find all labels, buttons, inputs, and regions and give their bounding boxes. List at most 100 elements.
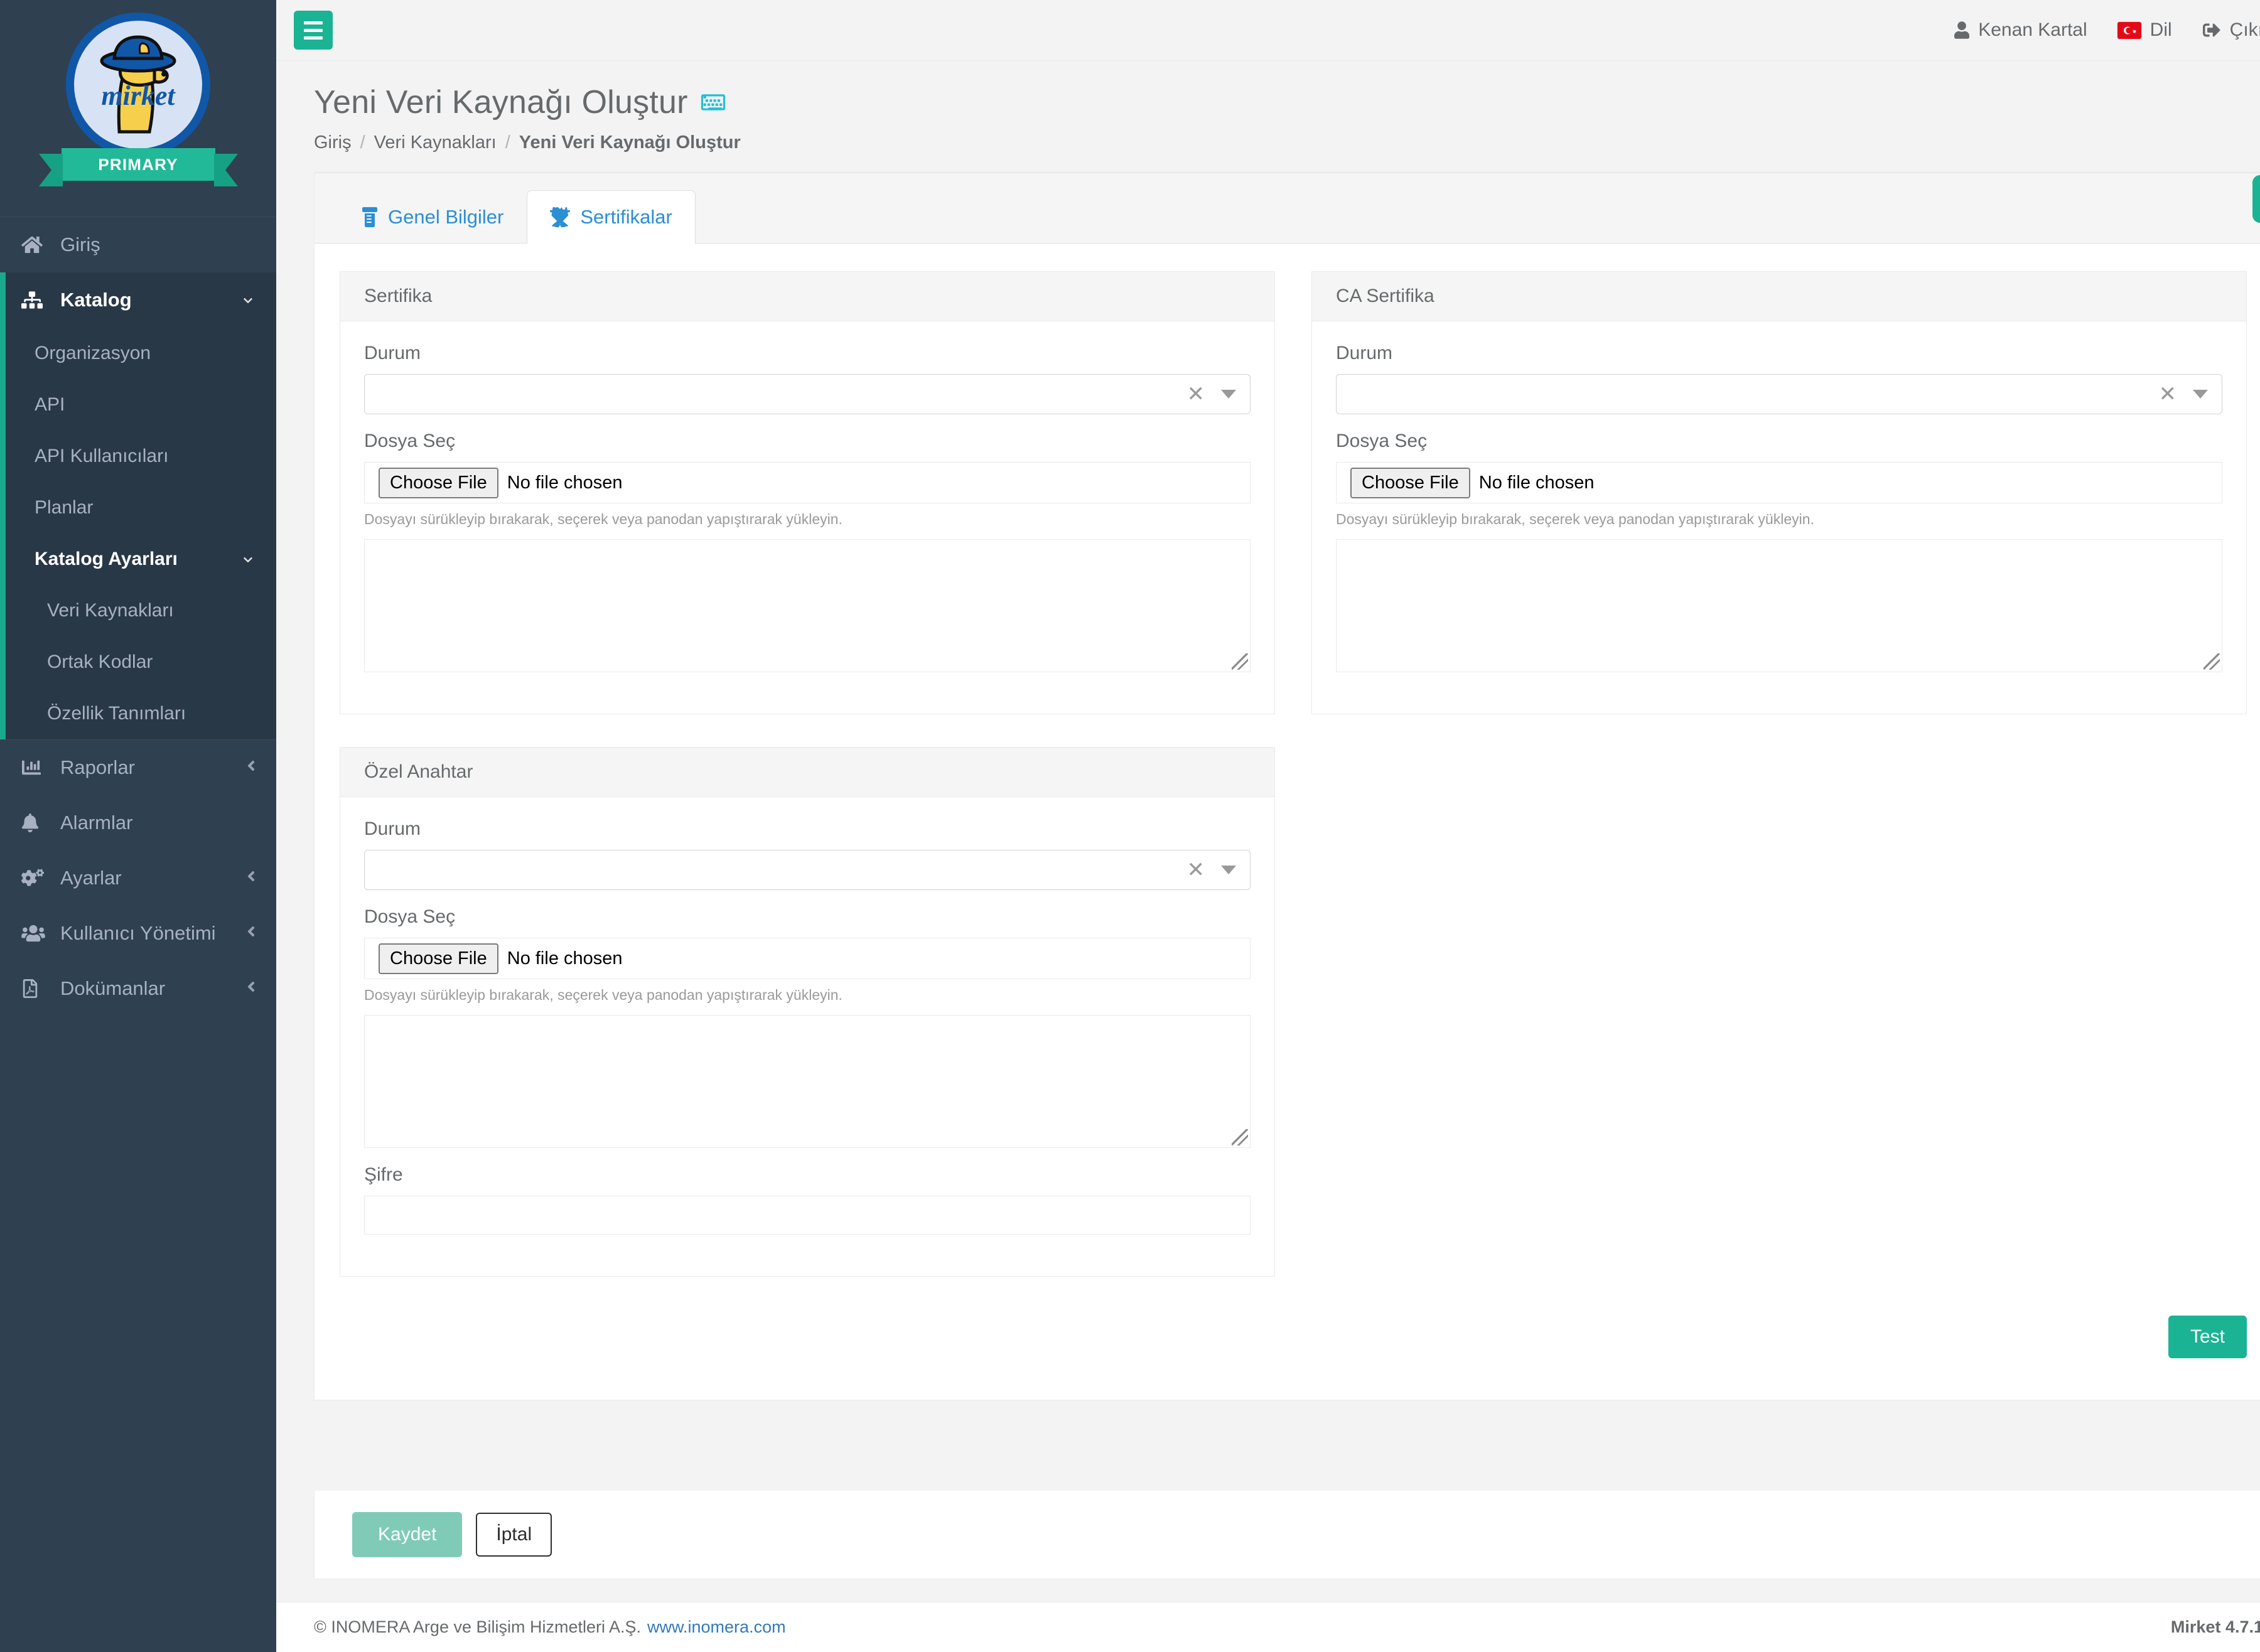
sidebar-item-label: API (35, 394, 65, 415)
durum-select[interactable]: ✕ (364, 374, 1251, 414)
sidebar-item-dokumanlar[interactable]: Dokümanlar (0, 961, 276, 1016)
sidebar-item-kullanici-yonetimi[interactable]: Kullanıcı Yönetimi (0, 906, 276, 961)
sidebar-item-planlar[interactable]: Planlar (6, 482, 276, 534)
page-footer: © INOMERA Arge ve Bilişim Hizmetleri A.Ş… (276, 1602, 2260, 1652)
logout-button[interactable]: Çıkış (2202, 19, 2260, 41)
choose-file-button[interactable]: Choose File (379, 943, 498, 974)
sidebar-item-katalog[interactable]: Katalog (0, 272, 276, 328)
left-column: Sertifika Durum ✕ Dosya Seç Choose File … (340, 271, 1275, 1309)
save-button[interactable]: Kaydet (352, 1512, 463, 1557)
sidebar: mirket PRIMARY Giriş Katalog Organizasyo… (0, 0, 276, 1652)
hamburger-icon-bar (304, 36, 323, 40)
primary-ribbon-label: PRIMARY (98, 154, 178, 174)
durum-select[interactable]: ✕ (1336, 374, 2222, 414)
card-title: Sertifika (340, 272, 1274, 321)
file-upload-hint: Dosyayı sürükleyip bırakarak, seçerek ve… (1336, 511, 1814, 527)
clear-x-icon[interactable]: ✕ (2159, 384, 2177, 405)
page-header: Yeni Veri Kaynağı Oluştur Giriş / Veri K… (276, 61, 2260, 223)
sidebar-item-katalog-ayarlari[interactable]: Katalog Ayarları (6, 534, 276, 585)
sidebar-item-alarmlar[interactable]: Alarmlar (0, 795, 276, 850)
certificate-textarea[interactable] (364, 539, 1251, 672)
users-icon (21, 924, 50, 943)
file-input[interactable]: Choose File No file chosen (364, 938, 1251, 979)
resize-handle-icon[interactable] (2204, 653, 2220, 670)
card-body: Durum ✕ Dosya Seç Choose File No file ch… (340, 321, 1274, 714)
sidebar-item-raporlar[interactable]: Raporlar (0, 739, 276, 795)
durum-select[interactable]: ✕ (364, 850, 1251, 890)
sidebar-item-label: Organizasyon (35, 343, 151, 363)
chevron-left-icon (246, 923, 256, 944)
breadcrumb: Giriş / Veri Kaynakları / Yeni Veri Kayn… (314, 132, 2260, 153)
test-button-row: Test (340, 1309, 2247, 1375)
cancel-button[interactable]: İptal (476, 1513, 552, 1557)
file-name-label: No file chosen (507, 472, 623, 493)
caret-down-icon (2193, 390, 2208, 399)
sidebar-item-ortak-kodlar[interactable]: Ortak Kodlar (6, 636, 276, 688)
durum-label: Durum (364, 818, 421, 839)
clear-x-icon[interactable]: ✕ (1187, 859, 1205, 881)
file-input[interactable]: Choose File No file chosen (364, 462, 1251, 503)
sifre-input[interactable] (364, 1196, 1251, 1235)
sidebar-item-label: Ayarlar (60, 867, 122, 889)
sidebar-item-label: Kullanıcı Yönetimi (60, 922, 216, 944)
form-group-sifre: Şifre (364, 1164, 1251, 1235)
copyright-text: © INOMERA Arge ve Bilişim Hizmetleri A.Ş… (314, 1617, 642, 1636)
sidebar-item-api[interactable]: API (6, 379, 276, 431)
chevron-left-icon (246, 979, 256, 999)
keyboard-icon (699, 92, 727, 113)
dosya-sec-label: Dosya Seç (364, 431, 456, 451)
form-group-dosya-sec: Dosya Seç Choose File No file chosen Dos… (1336, 431, 2222, 672)
topbar: Kenan Kartal Dil Çık (276, 0, 2260, 61)
file-name-label: No file chosen (507, 948, 623, 968)
language-switcher[interactable]: Dil (2117, 19, 2172, 41)
ca-certificate-textarea[interactable] (1336, 539, 2222, 672)
sidebar-item-organizasyon[interactable]: Organizasyon (6, 328, 276, 379)
card-ca-sertifika: CA Sertifika Durum ✕ Dosya Seç Choose Fi… (1311, 271, 2247, 714)
breadcrumb-item-giris[interactable]: Giriş (314, 132, 352, 153)
user-menu[interactable]: Kenan Kartal (1954, 19, 2087, 41)
sidebar-item-ozellik-tanimlari[interactable]: Özellik Tanımları (6, 688, 276, 739)
sidebar-item-label: Planlar (35, 497, 94, 518)
sidebar-toggle-button[interactable] (294, 11, 333, 50)
sidebar-item-label: Katalog (60, 289, 132, 311)
inomera-website-link[interactable]: www.inomera.com (647, 1617, 786, 1637)
sidebar-item-giris[interactable]: Giriş (0, 217, 276, 272)
tab-panel: Genel Bilgiler Sertifikalar Sertifika Du… (314, 172, 2260, 1400)
form-action-bar: Kaydet İptal (314, 1491, 2260, 1579)
certificate-icon (550, 207, 571, 227)
private-key-textarea[interactable] (364, 1015, 1251, 1148)
primary-ribbon: PRIMARY (38, 148, 238, 186)
choose-file-button[interactable]: Choose File (1350, 467, 1470, 498)
language-label: Dil (2150, 19, 2172, 40)
form-group-durum: Durum ✕ (364, 818, 1251, 890)
test-button[interactable]: Test (2168, 1316, 2247, 1358)
card-title: Özel Anahtar (340, 748, 1274, 797)
tab-genel-bilgiler[interactable]: Genel Bilgiler (338, 190, 527, 244)
sidebar-item-label: Ortak Kodlar (47, 652, 153, 672)
breadcrumb-item-veri-kaynaklari[interactable]: Veri Kaynakları (374, 132, 497, 153)
choose-file-button[interactable]: Choose File (379, 467, 498, 498)
content-area: Genel Bilgiler Sertifikalar Sertifika Du… (276, 153, 2260, 1491)
main-area: Kenan Kartal Dil Çık Yeni Veri Kaynağı O… (276, 0, 2260, 1652)
clear-x-icon[interactable]: ✕ (1187, 384, 1205, 405)
form-group-dosya-sec: Dosya Seç Choose File No file chosen Dos… (364, 906, 1251, 1148)
mirket-logo: mirket (66, 13, 210, 157)
sitemap-icon (21, 291, 50, 309)
resize-handle-icon[interactable] (1232, 653, 1248, 670)
breadcrumb-separator: / (360, 132, 365, 153)
breadcrumb-item-current: Yeni Veri Kaynağı Oluştur (519, 132, 741, 153)
tab-content-sertifikalar: Sertifika Durum ✕ Dosya Seç Choose File … (315, 244, 2260, 1400)
version-label: Mirket 4.7.12 (2170, 1617, 2260, 1636)
durum-label: Durum (1336, 343, 1393, 363)
form-group-durum: Durum ✕ (364, 343, 1251, 414)
hamburger-icon-bar (304, 21, 323, 24)
sidebar-item-api-kullanicilari[interactable]: API Kullanıcıları (6, 431, 276, 482)
resize-handle-icon[interactable] (1232, 1129, 1248, 1145)
tab-sertifikalar[interactable]: Sertifikalar (527, 190, 696, 244)
sidebar-item-veri-kaynaklari[interactable]: Veri Kaynakları (6, 585, 276, 636)
user-icon (1954, 21, 1970, 40)
theme-settings-button[interactable] (2252, 175, 2260, 223)
file-input[interactable]: Choose File No file chosen (1336, 462, 2222, 503)
sidebar-item-label: Katalog Ayarları (35, 549, 178, 569)
sidebar-item-ayarlar[interactable]: Ayarlar (0, 850, 276, 906)
